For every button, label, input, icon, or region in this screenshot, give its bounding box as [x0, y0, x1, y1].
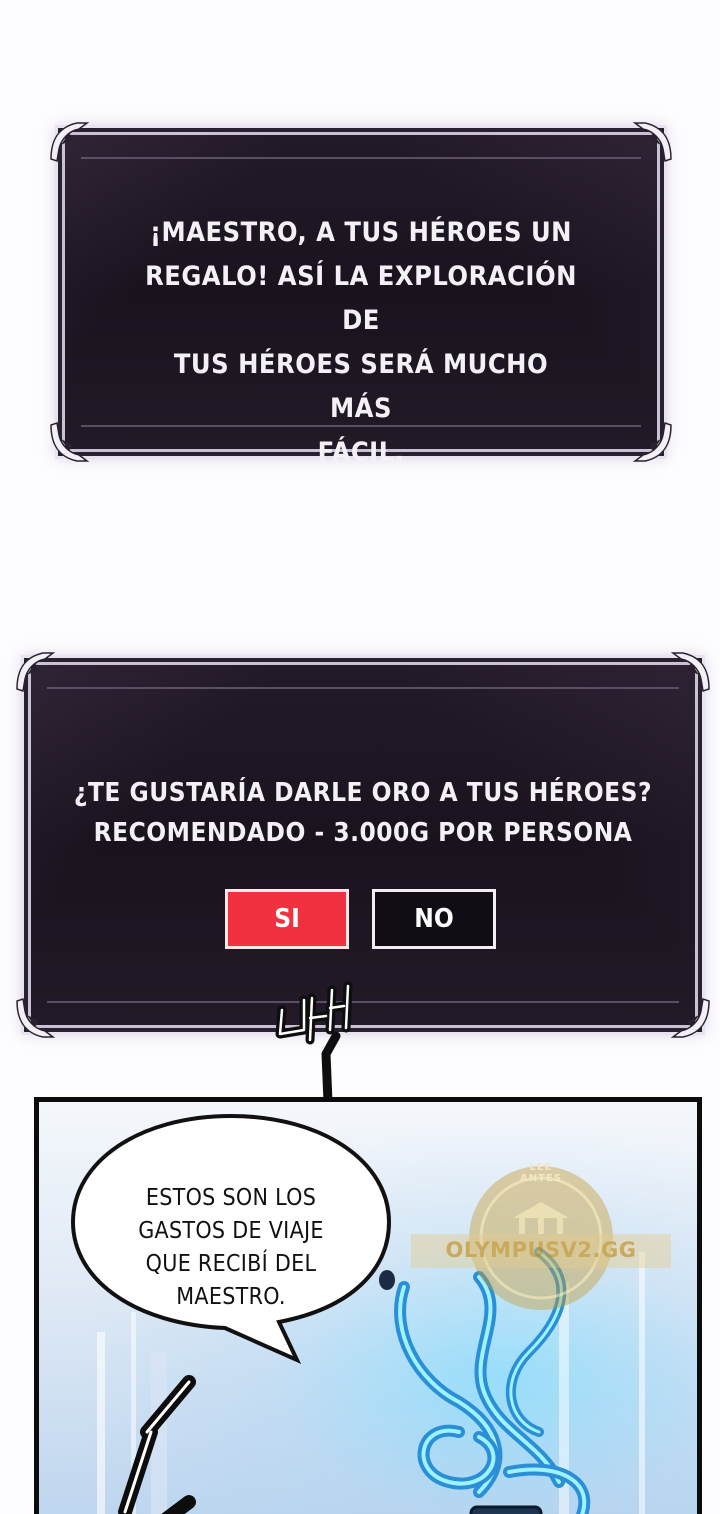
speech-line: QUE RECIBÍ DEL	[145, 1251, 317, 1277]
question-line: ¿TE GUSTARÍA DARLE ORO A TUS HÉROES?	[73, 778, 653, 808]
message-line: REGALO! ASÍ LA EXPLORACIÓN DE	[145, 261, 577, 336]
watermark-logo: LEE ANTES OLYMPUSV2.GG	[411, 1158, 671, 1318]
watermark-tagline: LEE ANTES	[520, 1162, 562, 1184]
message-line: ¡MAESTRO, A TUS HÉROES UN	[149, 217, 573, 248]
recommendation-line: RECOMENDADO - 3.000G POR PERSONA	[93, 818, 633, 848]
yes-button[interactable]: SI	[225, 889, 349, 949]
watermark-site-name: OLYMPUSV2.GG	[445, 1238, 637, 1262]
message-line: TUS HÉROES SERÁ MUCHO MÁS	[173, 349, 549, 424]
ornament-corner-icon	[13, 649, 59, 695]
ornament-corner-icon	[667, 649, 713, 695]
speech-line: MAESTRO.	[176, 1284, 286, 1310]
sound-effect-graphic	[275, 981, 353, 1107]
speech-text: ESTOS SON LOS GASTOS DE VIAJE QUE RECIBÍ…	[105, 1182, 357, 1314]
system-message-panel: ¡MAESTRO, A TUS HÉROES UN REGALO! ASÍ LA…	[50, 122, 672, 468]
message-line: FÁCIL.	[317, 437, 405, 468]
ornament-corner-icon	[667, 995, 713, 1041]
ornament-corner-icon	[47, 119, 93, 165]
no-button[interactable]: NO	[372, 889, 496, 949]
system-message-text: ¡MAESTRO, A TUS HÉROES UN REGALO! ASÍ LA…	[65, 211, 657, 475]
ornament-corner-icon	[13, 995, 59, 1041]
comic-page: ¡MAESTRO, A TUS HÉROES UN REGALO! ASÍ LA…	[0, 0, 720, 1514]
speech-bubble: ESTOS SON LOS GASTOS DE VIAJE QUE RECIBÍ…	[65, 1110, 397, 1365]
ornament-corner-icon	[629, 119, 675, 165]
choice-question: ¿TE GUSTARÍA DARLE ORO A TUS HÉROES? REC…	[31, 773, 695, 853]
comic-scene-panel: LEE ANTES OLYMPUSV2.GG ESTOS SON LOS GAS…	[34, 1097, 702, 1514]
speech-line: GASTOS DE VIAJE	[138, 1218, 324, 1244]
speech-line: ESTOS SON LOS	[145, 1185, 317, 1211]
